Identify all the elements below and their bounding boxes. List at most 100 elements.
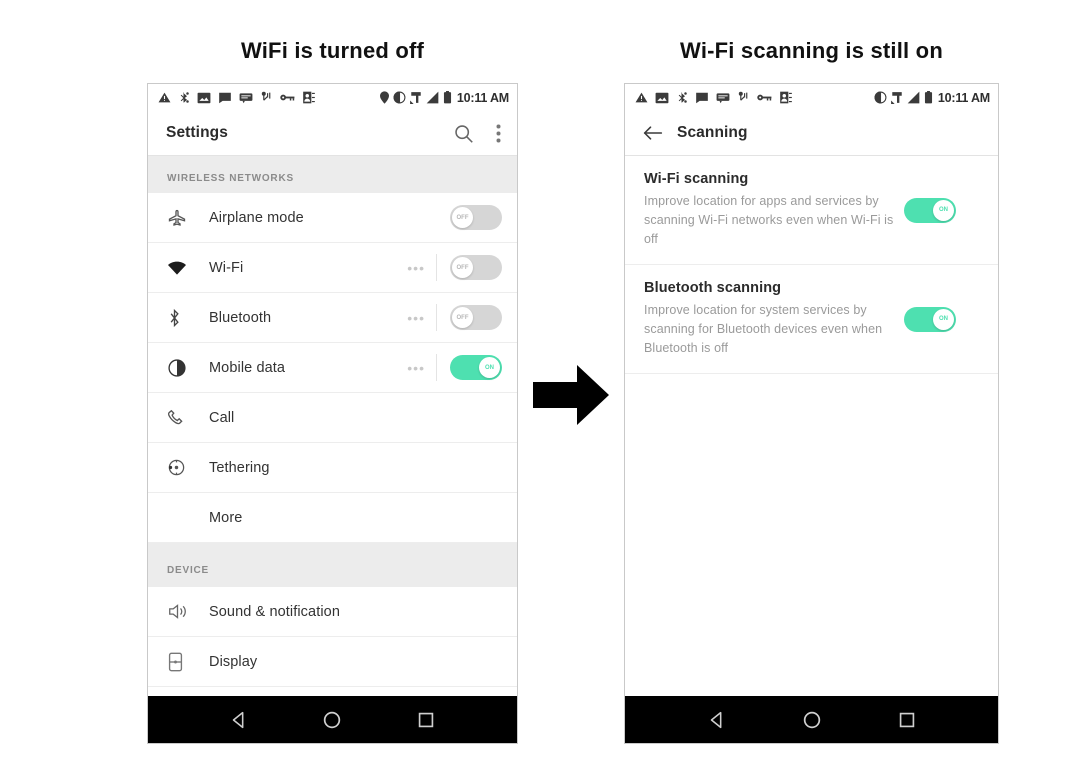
status-bar: 10:11 AM	[148, 84, 517, 111]
left-phone-screenshot: 10:11 AM Settings WIRELESS NETWORKS Airp…	[147, 83, 518, 744]
row-ellipsis: •••	[407, 309, 425, 326]
scanning-item-wifi[interactable]: Wi-Fi scanning Improve location for apps…	[625, 156, 998, 265]
settings-row-more[interactable]: More	[148, 493, 517, 543]
settings-row-call[interactable]: Call	[148, 393, 517, 443]
right-caption: Wi-Fi scanning is still on	[680, 38, 943, 63]
recents-nav-icon[interactable]	[415, 709, 437, 731]
signal-bars-icon	[426, 91, 439, 104]
left-caption: WiFi is turned off	[240, 38, 425, 63]
key-icon	[280, 92, 295, 103]
section-header-device: DEVICE	[148, 543, 517, 587]
sms-icon	[716, 92, 730, 104]
home-nav-icon[interactable]	[801, 709, 823, 731]
bluetooth-share-icon	[676, 91, 688, 104]
page-title: Settings	[166, 124, 228, 141]
settings-row-label: Bluetooth	[209, 309, 272, 326]
toggle-knob: OFF	[452, 207, 473, 228]
row-divider	[436, 354, 437, 381]
scanning-item-bluetooth[interactable]: Bluetooth scanning Improve location for …	[625, 265, 998, 374]
settings-row-bluetooth[interactable]: Bluetooth ••• OFF	[148, 293, 517, 343]
airplane-icon	[167, 208, 197, 228]
warning-triangle-icon	[158, 91, 171, 104]
sound-icon	[167, 602, 197, 621]
status-bar-left-icons	[635, 91, 793, 104]
scanning-item-description: Improve location for apps and services b…	[644, 194, 894, 246]
settings-row-display[interactable]: Display	[148, 637, 517, 687]
do-not-disturb-icon	[393, 91, 406, 104]
mobile-data-icon	[167, 358, 197, 378]
page-title: Scanning	[677, 124, 748, 141]
status-bar-right-icons: 10:11 AM	[379, 91, 509, 105]
settings-row-control: OFF	[450, 205, 517, 230]
settings-row-mobile-data[interactable]: Mobile data ••• ON	[148, 343, 517, 393]
status-bar-left-icons	[158, 91, 316, 104]
location-pin-icon	[379, 91, 389, 104]
back-nav-icon[interactable]	[228, 709, 250, 731]
wifi-scanning-toggle[interactable]: ON	[904, 197, 956, 223]
settings-row-wifi[interactable]: Wi-Fi ••• OFF	[148, 243, 517, 293]
image-download-icon	[197, 92, 211, 104]
airplane-mode-toggle[interactable]: OFF	[450, 205, 502, 230]
message-icon	[695, 92, 709, 104]
scanning-item-text: Bluetooth scanning Improve location for …	[644, 280, 904, 358]
nfc-icon	[737, 91, 750, 104]
battery-icon	[443, 91, 452, 104]
recents-nav-icon[interactable]	[896, 709, 918, 731]
mobile-data-toggle[interactable]: ON	[450, 355, 502, 380]
settings-row-sound-notification[interactable]: Sound & notification	[148, 587, 517, 637]
back-arrow-icon[interactable]	[643, 124, 663, 142]
overflow-menu-icon[interactable]	[496, 124, 501, 143]
key-icon	[757, 92, 772, 103]
search-icon[interactable]	[453, 123, 474, 144]
scanning-item-text: Wi-Fi scanning Improve location for apps…	[644, 171, 904, 249]
settings-row-label: More	[209, 509, 243, 526]
wifi-icon	[167, 260, 197, 276]
settings-row-label: Sound & notification	[209, 603, 340, 620]
toggle-knob: ON	[933, 199, 954, 221]
scanning-item-control: ON	[904, 197, 969, 223]
scanning-item-control: ON	[904, 306, 969, 332]
image-download-icon	[655, 92, 669, 104]
android-navigation-bar	[625, 696, 998, 743]
bluetooth-share-icon	[178, 91, 190, 104]
scanning-item-title: Wi-Fi scanning	[644, 171, 749, 187]
scanning-list: Wi-Fi scanning Improve location for apps…	[625, 156, 998, 696]
settings-app-bar: Settings	[148, 111, 517, 156]
right-arrow-icon	[533, 362, 609, 428]
nfc-icon	[260, 91, 273, 104]
contacts-icon	[779, 91, 793, 104]
mobile-network-icon	[890, 91, 903, 104]
settings-row-label: Display	[209, 653, 258, 670]
tethering-icon	[167, 458, 197, 477]
bluetooth-toggle[interactable]: OFF	[450, 305, 502, 330]
message-icon	[218, 92, 232, 104]
do-not-disturb-icon	[874, 91, 887, 104]
toggle-knob: OFF	[452, 307, 473, 328]
home-nav-icon[interactable]	[321, 709, 343, 731]
mobile-network-icon	[409, 91, 422, 104]
bluetooth-scanning-toggle[interactable]: ON	[904, 306, 956, 332]
section-header-wireless: WIRELESS NETWORKS	[148, 156, 517, 193]
scanning-app-bar: Scanning	[625, 111, 998, 156]
settings-row-label: Wi-Fi	[209, 259, 244, 276]
back-nav-icon[interactable]	[706, 709, 728, 731]
row-ellipsis: •••	[407, 359, 425, 376]
settings-row-label: Call	[209, 409, 235, 426]
settings-row-control: ••• OFF	[407, 304, 517, 331]
settings-row-control: ••• OFF	[407, 254, 517, 281]
settings-row-control: ••• ON	[407, 354, 517, 381]
wifi-toggle[interactable]: OFF	[450, 255, 502, 280]
status-bar: 10:11 AM	[625, 84, 998, 111]
settings-row-label: Airplane mode	[209, 209, 304, 226]
status-bar-right-icons: 10:11 AM	[874, 91, 990, 105]
toggle-knob: ON	[933, 308, 954, 330]
warning-triangle-icon	[635, 91, 648, 104]
signal-bars-icon	[907, 91, 920, 104]
row-ellipsis: •••	[407, 259, 425, 276]
android-navigation-bar	[148, 696, 517, 743]
status-bar-clock: 10:11 AM	[937, 90, 990, 105]
display-icon	[167, 652, 197, 672]
settings-row-airplane-mode[interactable]: Airplane mode OFF	[148, 193, 517, 243]
settings-row-tethering[interactable]: Tethering	[148, 443, 517, 493]
toggle-knob: OFF	[452, 257, 473, 278]
